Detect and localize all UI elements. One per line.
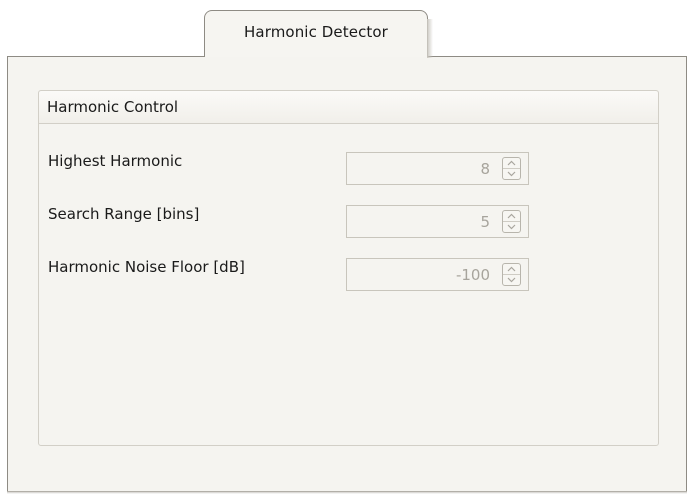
group-header: Harmonic Control [39, 91, 658, 124]
highest-harmonic-label: Highest Harmonic [48, 152, 183, 170]
group-title: Harmonic Control [47, 98, 179, 116]
highest-harmonic-spinbox[interactable]: 8 [346, 152, 529, 185]
chevron-up-icon[interactable] [503, 158, 520, 169]
tab-label: Harmonic Detector [244, 23, 388, 41]
harmonic-noise-floor-spin-buttons[interactable] [502, 263, 521, 286]
highest-harmonic-value[interactable]: 8 [480, 160, 490, 178]
harmonic-noise-floor-label: Harmonic Noise Floor [dB] [48, 258, 245, 276]
chevron-down-icon[interactable] [503, 222, 520, 232]
tab-panel: Harmonic Control Highest Harmonic 8 Sear… [7, 56, 687, 494]
harmonic-noise-floor-value[interactable]: -100 [456, 266, 490, 284]
search-range-value[interactable]: 5 [480, 213, 490, 231]
search-range-spinbox[interactable]: 5 [346, 205, 529, 238]
highest-harmonic-spin-buttons[interactable] [502, 157, 521, 180]
harmonic-noise-floor-spinbox[interactable]: -100 [346, 258, 529, 291]
chevron-down-icon[interactable] [503, 275, 520, 285]
tab-harmonic-detector[interactable]: Harmonic Detector [204, 10, 433, 58]
harmonic-control-group: Harmonic Control Highest Harmonic 8 Sear… [38, 90, 659, 446]
chevron-down-icon[interactable] [503, 169, 520, 179]
chevron-up-icon[interactable] [503, 264, 520, 275]
chevron-up-icon[interactable] [503, 211, 520, 222]
search-range-label: Search Range [bins] [48, 205, 200, 223]
search-range-spin-buttons[interactable] [502, 210, 521, 233]
